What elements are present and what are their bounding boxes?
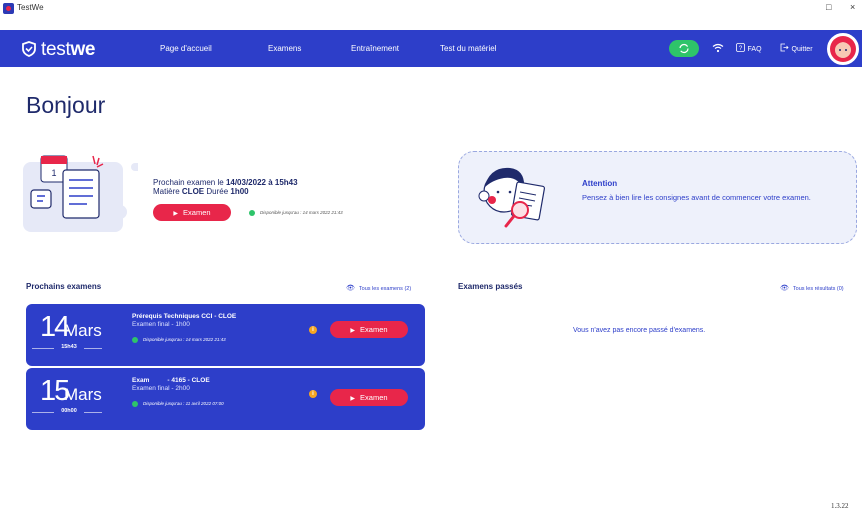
subject-prefix: Matière [153,187,182,196]
exam-availability: Disponible jusqu'au : 11 avril 2022 07:0… [132,401,224,407]
subject-value: CLOE [181,187,205,196]
exam-start-button-label: Examen [360,325,388,334]
quit-label: Quitter [791,46,813,53]
availability-text: Disponible jusqu'au : 14 mars 2022 21:43 [260,210,343,216]
exam-start-button[interactable]: ▶ Examen [330,389,408,406]
next-exam-date-line: Prochain examen le 14/03/2022 à 15h43 [153,178,298,187]
nav-hardware-test[interactable]: Test du matériel [440,44,496,53]
exam-time: 15h43 [54,344,84,350]
brand-logo[interactable]: testwe [21,39,95,61]
info-icon[interactable]: i [309,326,317,334]
no-past-exams-message: Vous n'avez pas encore passé d'examens. [573,327,706,334]
play-icon: ▶ [350,328,356,334]
next-exam-subject-line: Matière CLOE Durée 1h00 [153,187,249,196]
past-exams-title: Examens passés [458,282,523,291]
info-icon[interactable]: i [309,390,317,398]
status-dot-icon [132,337,138,343]
play-icon: ▶ [173,211,179,217]
all-results-link-label: Tous les résultats (0) [792,286,844,292]
user-avatar[interactable] [827,33,859,65]
eye-icon: 👁 [780,285,789,292]
exam-card: 14 Mars 15h43 Prérequis Techniques CCI -… [26,304,425,366]
exam-availability-text: Disponible jusqu'au : 14 mars 2022 21:43 [143,337,226,343]
duration-label: Durée [204,187,231,196]
nav-home[interactable]: Page d'accueil [160,44,212,53]
nav-training[interactable]: Entraînement [351,44,399,53]
next-exam-button[interactable]: ▶ Examen [153,204,231,221]
attention-text: Pensez à bien lire les consignes avant d… [582,193,811,202]
exam-subtitle: Examen final - 2h00 [132,385,190,392]
avatar-icon [830,36,856,62]
exam-start-button[interactable]: ▶ Examen [330,321,408,338]
all-exams-link[interactable]: 👁 Tous les examens (2) [346,284,411,292]
wifi-icon [712,43,724,53]
calendar-document-illustration: 1 [23,155,138,232]
quit-link[interactable]: Quitter [780,43,813,53]
faq-label: FAQ [747,46,762,53]
close-button[interactable]: × [850,2,855,12]
next-exam-availability: Disponible jusqu'au : 14 mars 2022 21:43 [249,210,343,216]
exam-title: Exam - 4165 - CLOE [132,377,210,384]
exam-title: Prérequis Techniques CCI - CLOE [132,313,237,320]
duration-value: 1h00 [230,187,249,196]
attention-title: Attention [582,179,618,188]
reading-person-illustration [478,167,546,228]
upcoming-exams-title: Prochains examens [26,282,102,291]
sync-icon [679,43,689,54]
shield-icon [22,41,36,57]
sync-button[interactable] [669,40,699,57]
window-titlebar: TestWe □ × [0,0,862,30]
app-version: 1.3.22 [831,502,849,510]
status-dot-icon [249,210,255,216]
all-results-link[interactable]: 👁 Tous les résultats (0) [780,284,844,292]
maximize-button[interactable]: □ [826,2,831,12]
exam-month: Mars [64,385,102,404]
next-exam-prefix: Prochain examen le [153,178,226,187]
app-logo-icon [3,3,14,14]
logout-icon [780,43,789,52]
nav-exams[interactable]: Examens [268,44,301,53]
exam-availability: Disponible jusqu'au : 14 mars 2022 21:43 [132,337,226,343]
exam-start-button-label: Examen [360,393,388,402]
play-icon: ▶ [350,396,356,402]
faq-link[interactable]: ? FAQ [736,43,762,53]
brand-bold: we [70,39,96,60]
exam-month: Mars [64,321,102,340]
window-title: TestWe [17,3,44,12]
next-exam-date: 14/03/2022 à 15h43 [225,178,298,187]
eye-icon: 👁 [346,285,355,292]
page-title: Bonjour [26,92,106,118]
next-exam-button-label: Examen [183,208,211,217]
status-dot-icon [132,401,138,407]
exam-subtitle: Examen final - 1h00 [132,321,190,328]
svg-text:?: ? [739,46,743,52]
top-nav: testwe Page d'accueil Examens Entraîneme… [0,30,862,67]
brand-light: test [41,39,71,60]
svg-text:1: 1 [51,168,56,178]
exam-card: 15 Mars 00h00 Exam - 4165 - CLOE Examen … [26,368,425,430]
all-exams-link-label: Tous les examens (2) [358,286,412,292]
exam-availability-text: Disponible jusqu'au : 11 avril 2022 07:0… [143,401,224,407]
help-icon: ? [736,43,745,52]
exam-time: 00h00 [54,408,84,414]
